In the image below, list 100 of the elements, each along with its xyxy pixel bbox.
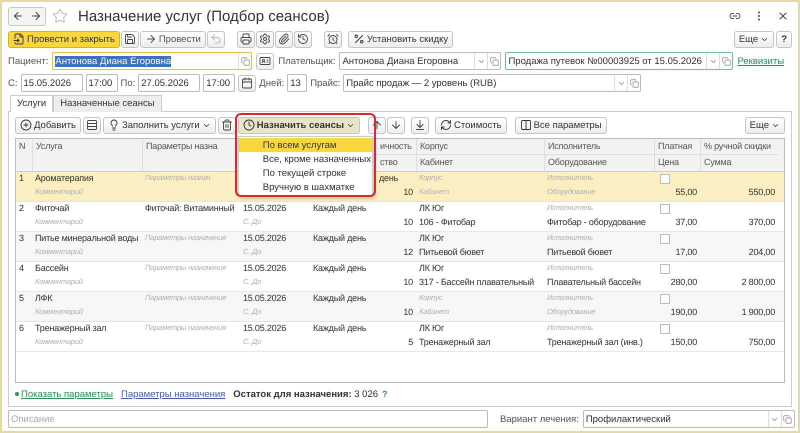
table-cell: Каждый день [313,293,366,303]
table-cell: 550,00 [748,187,775,197]
table-cell: Каждый день [313,233,366,243]
date-field[interactable]: 15.05.2026 [20,74,82,92]
table-cell: 317 - Бассейн плавательный [419,277,534,287]
table-cell: 370,00 [748,217,775,227]
column-header: Цена [658,157,679,167]
table-cell: 1 900,00 [742,307,775,317]
help-link[interactable]: ? [382,389,388,399]
column-header: Параметры назна [146,141,218,151]
table-cell: 190,00 [670,307,697,317]
table-cell: Каждый день [313,203,366,213]
table-cell: 10 [403,307,413,317]
table-cell: 15.05.2026 [243,263,286,273]
field-label: Пациент: [8,56,48,66]
table-cell: Питьевой бювет [419,247,484,257]
table-cell: 6 [19,323,24,333]
table-cell: Фиточай: Витаминный [145,203,234,213]
patient-field[interactable]: Антонова Диана Егоровна [52,52,252,70]
more-menu-button[interactable]: Еще [744,116,785,134]
time-field[interactable]: 17:00 [203,74,236,92]
table-cell: Фитобар - оборудование [547,217,646,227]
table-cell: 204,00 [748,247,775,257]
table-cell: день [379,173,398,183]
table-cell: 10 [403,187,413,197]
column-header: Оборудование [548,157,607,167]
column-header: Платная [658,141,692,151]
table-cell: 15.05.2026 [243,323,286,333]
details-link[interactable]: Реквизиты [737,56,784,66]
column-header: ичность [380,141,412,151]
column-header: N [19,141,26,151]
add-button[interactable]: Добавить [15,116,81,134]
table-cell: Тренажерный зал [419,337,490,347]
assign-sessions-button[interactable]: Назначить сеансы [238,116,360,134]
tab[interactable]: Назначенные сеансы [53,95,162,112]
table-cell: 2 800,00 [742,277,775,287]
all-parameters-button[interactable]: Все параметры [514,116,607,134]
assign-parameters-link[interactable]: Параметры назначения [120,388,226,400]
help-button[interactable]: ? [776,30,792,48]
table-cell: 15.05.2026 [243,293,286,303]
menu-item[interactable]: По всем услугам [238,138,372,152]
table-cell: 150,00 [670,337,697,347]
menu-item[interactable]: Все, кроме назначенных [238,152,372,166]
column-header: ство [380,157,398,167]
time-field[interactable]: 17:00 [86,74,118,92]
table-cell: 5 [408,337,413,347]
column-header: Корпус [420,141,448,151]
post-and-close-button[interactable]: Провести и закрыть [8,30,120,48]
table-cell: 15.05.2026 [243,203,286,213]
table-cell: 750,00 [748,337,775,347]
field-label: Прайс: [310,78,340,88]
table-cell: 12 [403,247,413,257]
table-cell: ЛФК [35,293,52,303]
document-field[interactable]: Продажа путевок №00003925 от 15.05.2026 [505,52,734,70]
table-cell: Каждый день [313,323,366,333]
fill-button[interactable]: Заполнить услуги [103,116,216,134]
table-cell: ЛК Юг [419,323,444,333]
table-cell: Тренажерный зал [35,323,106,333]
table-cell: 15.05.2026 [243,233,286,243]
table-cell: Питье минеральной воды [35,233,138,243]
table-cell: ЛК Юг [419,203,444,213]
payer-field[interactable]: Антонова Диана Егоровна [339,52,502,70]
table-cell: 17,00 [675,247,697,257]
table-cell: ЛК Юг [419,233,444,243]
cost-button[interactable]: Стоимость [435,116,507,134]
show-parameters-link[interactable]: Показать параметры [21,388,113,400]
field-label: С: [8,78,18,88]
column-header: % ручной скидки [704,141,771,151]
treatment-field[interactable]: Профилактический [582,410,795,428]
table-cell: 37,00 [675,217,697,227]
post-button[interactable]: Провести [140,30,206,48]
menu-item[interactable]: По текущей строке [238,166,372,180]
column-header: Услуга [36,141,62,151]
table-cell: Плавательный бассейн [547,277,641,287]
menu-item[interactable]: Вручную в шахматке [238,180,372,194]
table-cell: 106 - Фитобар [419,217,476,227]
discount-button[interactable]: Установить скидку [348,30,454,48]
column-header: Кабинет [420,157,453,167]
days-field[interactable]: 13 [287,74,308,92]
table-cell: Каждый день [313,263,366,273]
date-field[interactable]: 27.05.2026 [138,74,200,92]
table-cell: Фиточай [35,203,70,213]
column-header: Сумма [704,157,732,167]
field-label: Плательщик: [278,56,336,66]
table-cell: 2 [19,203,24,213]
table-cell: 10 [403,217,413,227]
price-list-field[interactable]: Прайс продаж — 2 уровень (RUB) [343,74,642,92]
more-menu-button[interactable]: Еще [734,30,774,48]
table-cell: 5 [19,293,24,303]
tab[interactable]: Услуги [10,95,54,112]
table-cell: Ароматерапия [35,173,94,183]
field-label: Дней: [259,78,284,88]
table-cell: 55,00 [675,187,697,197]
table-cell: 4 [19,263,24,273]
table-cell: ЛК Юг [419,263,444,273]
field-label: Вариант лечения: [500,414,579,424]
column-header: Исполнитель [548,141,600,151]
window-title: Назначение услуг (Подбор сеансов) [78,8,330,24]
remainder-text: Остаток для назначения: 3 026 [233,388,378,400]
table-cell: Бассейн [35,263,69,273]
